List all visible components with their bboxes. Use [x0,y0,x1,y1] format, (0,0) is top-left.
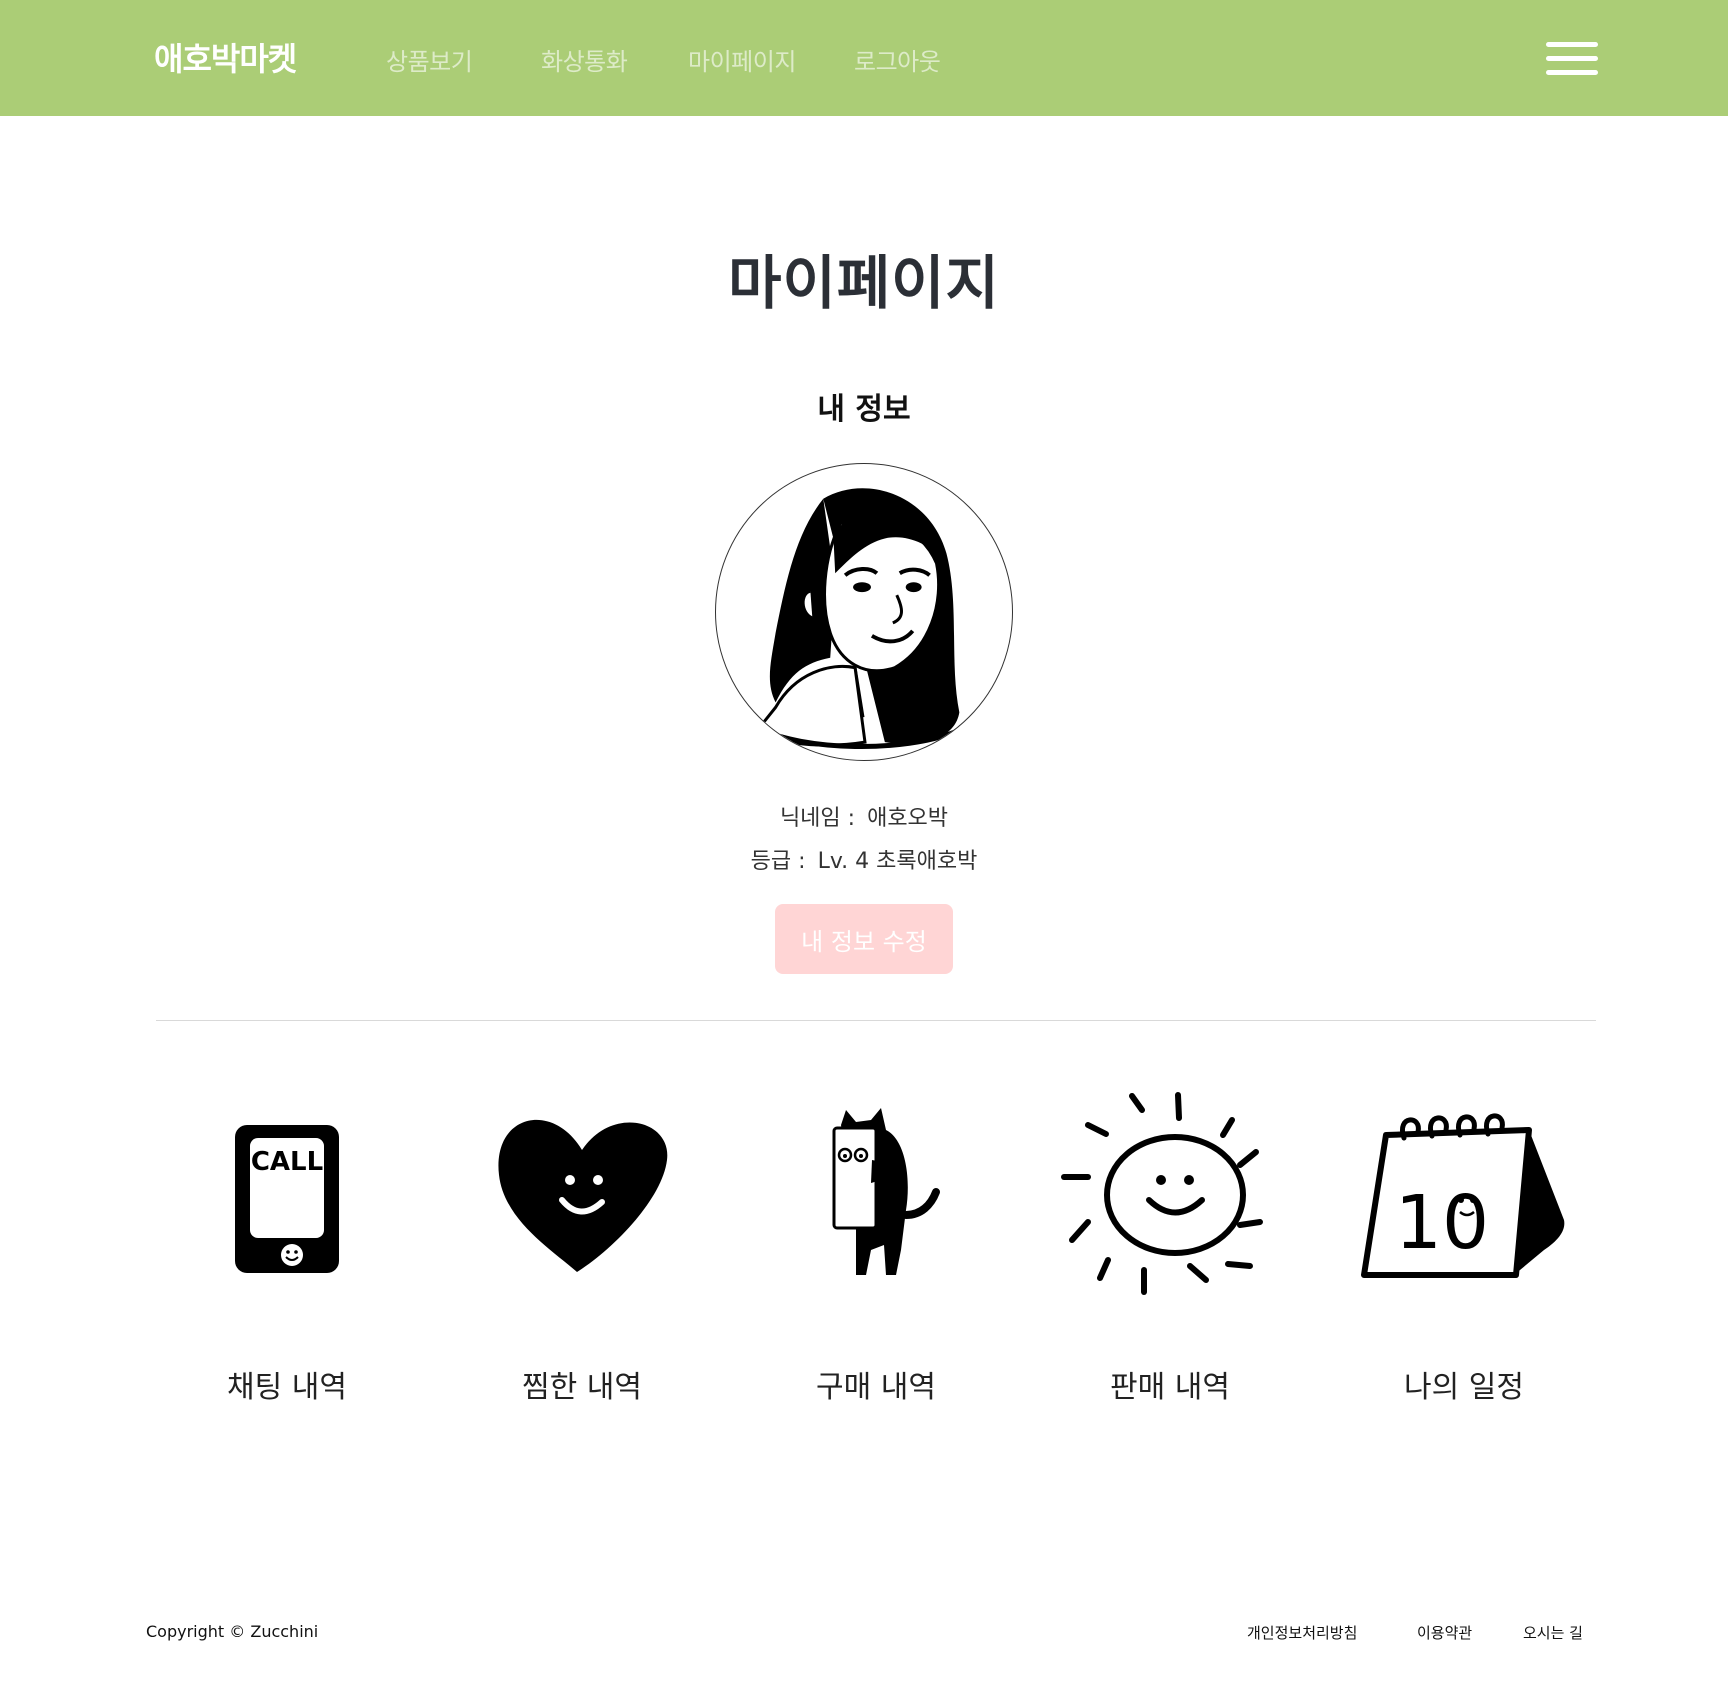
menu-label: 채팅 내역 [227,1370,347,1405]
hamburger-icon[interactable] [1546,40,1598,78]
svg-text:CALL: CALL [251,1147,323,1177]
nickname-row: 닉네임 : 애호오박 [0,800,1728,832]
user-avatar-illustration [715,463,1013,761]
grade-value: Lv. 4 초록애호박 [817,849,978,874]
menu-label: 판매 내역 [1110,1370,1230,1405]
menu-card-sales-history[interactable]: 판매 내역 [1040,1080,1300,1410]
page-title: 마이페이지 [728,249,1000,317]
nav-link-products[interactable]: 상품보기 [386,42,473,77]
calendar-icon: 10 [1334,1080,1594,1300]
menu-card-my-schedule[interactable]: 10 나의 일정 [1334,1080,1594,1410]
footer-link-privacy-policy[interactable]: 개인정보처리방침 [1247,1622,1357,1643]
menu-card-purchase-history[interactable]: 구매 내역 [746,1080,1006,1410]
heart-icon [452,1080,712,1300]
cat-shopping-icon [746,1080,1006,1300]
nav-link-video-call[interactable]: 화상통화 [541,42,628,77]
copyright-text: Copyright © Zucchini [146,1622,319,1641]
grade-label: 등급 : [750,849,806,874]
nav-link-logout[interactable]: 로그아웃 [854,42,941,77]
phone-call-icon: CALL [157,1080,417,1300]
navbar: 애호박마켓 상품보기 화상통화 마이페이지 로그아웃 [0,0,1728,116]
footer-link-directions[interactable]: 오시는 길 [1523,1622,1583,1643]
sun-icon [1040,1080,1300,1300]
divider [156,1020,1596,1021]
menu-label: 찜한 내역 [522,1370,642,1405]
nickname-value: 애호오박 [867,806,949,831]
calendar-number: 10 [1395,1180,1489,1266]
grade-row: 등급 : Lv. 4 초록애호박 [0,843,1728,875]
footer-link-terms[interactable]: 이용약관 [1417,1622,1472,1643]
menu-label: 나의 일정 [1404,1370,1524,1405]
menu-card-wishlist[interactable]: 찜한 내역 [452,1080,712,1410]
menu-label: 구매 내역 [816,1370,936,1405]
brand-logo[interactable]: 애호박마켓 [154,34,297,80]
nickname-label: 닉네임 : [779,806,856,831]
section-title: 내 정보 [817,392,911,427]
nav-link-mypage[interactable]: 마이페이지 [688,42,796,77]
edit-profile-button[interactable]: 내 정보 수정 [775,904,953,974]
menu-card-chat-history[interactable]: CALL 채팅 내역 [157,1080,417,1410]
